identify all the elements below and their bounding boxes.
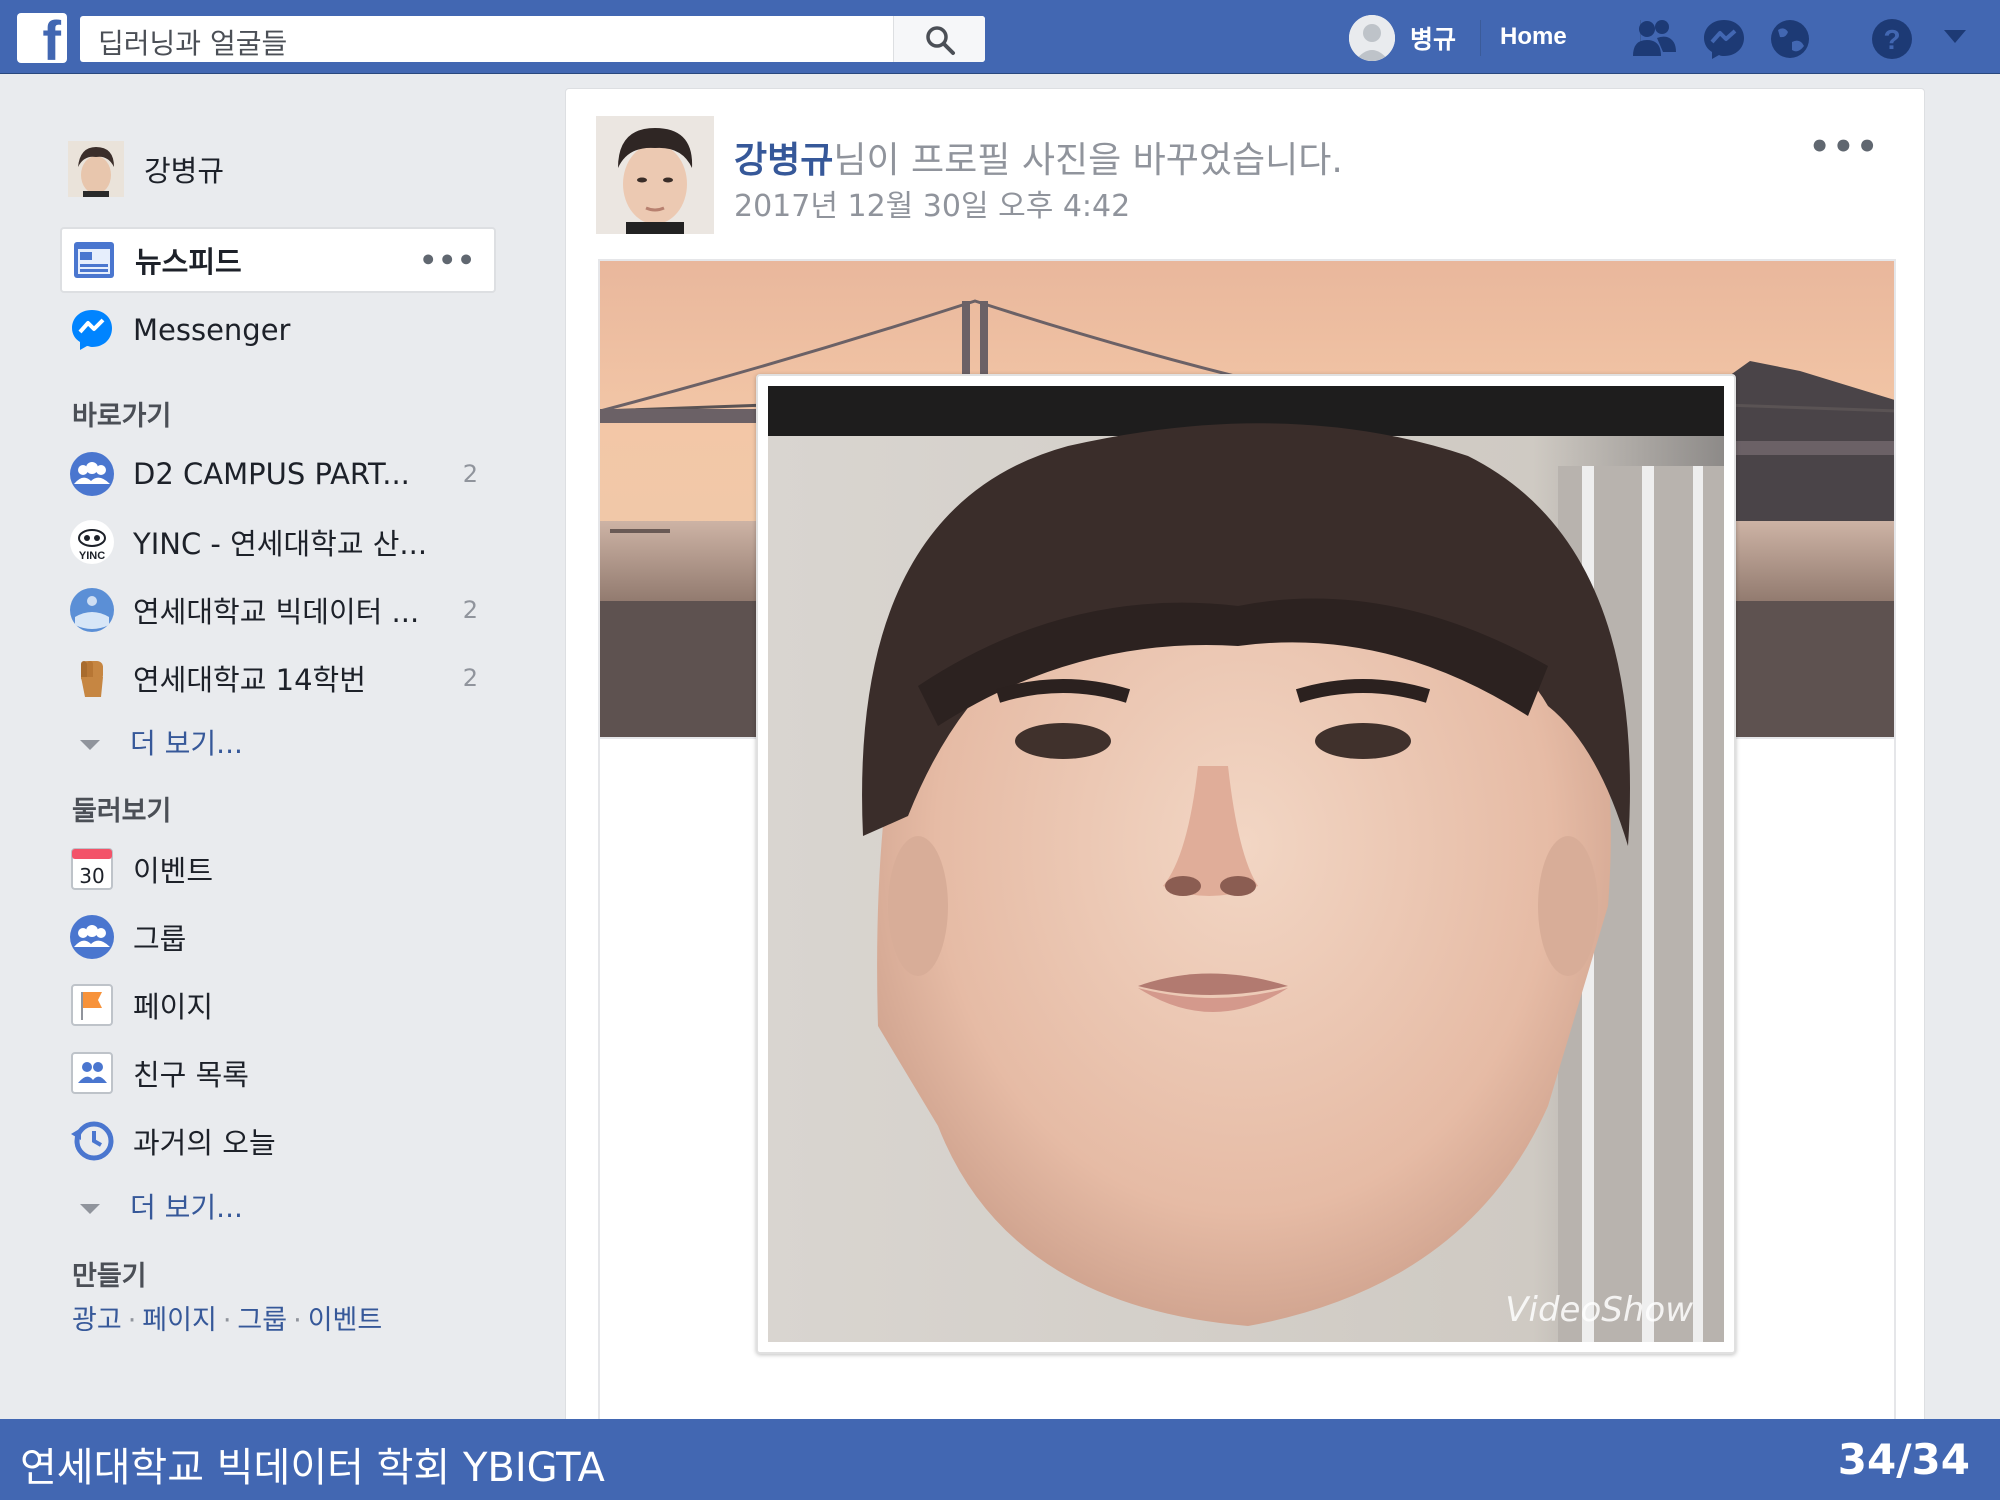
post-headline: 강병규님이 프로필 사진을 바꾸었습니다. xyxy=(734,131,1343,183)
sidebar-item-label: Messenger xyxy=(133,313,291,347)
sidebar-item-shortcut[interactable]: 연세대학교 빅데이터 ... 2 xyxy=(60,577,496,643)
create-event-link[interactable]: 이벤트 xyxy=(308,1305,383,1336)
chevron-down-icon xyxy=(80,1204,100,1214)
notification-count: 2 xyxy=(462,460,478,488)
ybigta-logo-icon xyxy=(70,588,114,632)
sidebar-item-messenger[interactable]: Messenger xyxy=(60,297,496,363)
slide-footer: 연세대학교 빅데이터 학회 YBIGTA 34/34 xyxy=(0,1419,2000,1500)
nav-user-name[interactable]: 병규 xyxy=(1410,20,1456,56)
top-navigation-bar: f 딥러닝과 얼굴들 병규 Home ? xyxy=(0,0,2000,74)
search-input[interactable]: 딥러닝과 얼굴들 xyxy=(98,22,287,62)
left-sidebar: 강병규 뉴스피드 ••• Messenger 바로가기 D2 CAMPUS PA… xyxy=(0,74,563,1419)
svg-text:?: ? xyxy=(1883,24,1900,55)
sidebar-item-label: 이벤트 xyxy=(133,854,214,888)
post-author-avatar[interactable] xyxy=(596,116,714,234)
nav-home-link[interactable]: Home xyxy=(1500,23,1567,51)
sidebar-item-friend-lists[interactable]: 친구 목록 xyxy=(60,1040,496,1106)
see-more-shortcuts-link[interactable]: 더 보기... xyxy=(80,722,243,762)
sidebar-item-label: 연세대학교 14학번 xyxy=(133,663,366,697)
explore-heading: 둘러보기 xyxy=(72,796,172,827)
sidebar-item-label: 그룹 xyxy=(133,922,187,956)
sidebar-item-label: 과거의 오늘 xyxy=(133,1126,276,1160)
sidebar-item-label: YINC - 연세대학교 산... xyxy=(133,527,428,561)
memories-clock-icon xyxy=(71,1121,114,1161)
friend-requests-icon[interactable] xyxy=(1630,18,1678,58)
search-icon xyxy=(926,26,955,55)
profile-photo-icon xyxy=(68,141,124,197)
separator: · xyxy=(127,1305,137,1336)
sidebar-item-shortcut[interactable]: YINC YINC - 연세대학교 산... xyxy=(60,509,496,575)
account-dropdown-icon[interactable] xyxy=(1944,30,1966,44)
avatar-silhouette-icon xyxy=(1349,15,1395,61)
watermark-text: VideoShow xyxy=(1505,1290,1693,1330)
sidebar-profile-name: 강병규 xyxy=(144,154,225,188)
see-more-explore-link[interactable]: 더 보기... xyxy=(80,1186,243,1226)
calendar-day: 30 xyxy=(79,864,104,888)
sidebar-item-label: 페이지 xyxy=(133,990,214,1024)
create-ad-link[interactable]: 광고 xyxy=(72,1305,122,1336)
sidebar-item-label: D2 CAMPUS PART... xyxy=(133,457,410,491)
search-bar[interactable]: 딥러닝과 얼굴들 xyxy=(80,16,985,62)
group-icon xyxy=(70,915,114,959)
notification-count: 2 xyxy=(462,664,478,692)
sidebar-item-label: 연세대학교 빅데이터 ... xyxy=(133,595,420,629)
search-button[interactable] xyxy=(893,16,985,62)
yinc-logo-icon: YINC xyxy=(70,520,114,564)
flag-icon xyxy=(71,984,113,1026)
post-options-icon[interactable]: ••• xyxy=(1809,127,1880,167)
create-links: 광고 · 페이지 · 그룹 · 이벤트 xyxy=(72,1298,382,1337)
shortcuts-heading: 바로가기 xyxy=(72,401,172,432)
group-icon xyxy=(70,452,114,496)
facebook-logo-icon[interactable]: f xyxy=(17,13,67,63)
more-options-icon[interactable]: ••• xyxy=(419,244,476,277)
sidebar-item-groups[interactable]: 그룹 xyxy=(60,904,496,970)
user-avatar[interactable] xyxy=(1349,15,1395,61)
separator: · xyxy=(293,1305,302,1336)
nav-divider xyxy=(1480,20,1481,56)
chevron-down-icon xyxy=(80,740,100,750)
profile-thumbnail xyxy=(68,141,124,197)
footer-title: 연세대학교 빅데이터 학회 YBIGTA xyxy=(20,1445,605,1491)
page-counter: 34/34 xyxy=(1837,1435,1970,1484)
separator: · xyxy=(222,1305,232,1336)
messenger-nav-icon[interactable] xyxy=(1702,18,1746,60)
sidebar-item-label: 뉴스피드 xyxy=(135,245,242,279)
create-page-link[interactable]: 페이지 xyxy=(142,1305,217,1336)
sidebar-item-news-feed[interactable]: 뉴스피드 ••• xyxy=(60,227,496,293)
fist-icon xyxy=(81,661,103,697)
sidebar-item-memories[interactable]: 과거의 오늘 xyxy=(60,1108,496,1174)
friends-list-icon xyxy=(71,1052,113,1094)
sidebar-item-pages[interactable]: 페이지 xyxy=(60,972,496,1038)
sidebar-item-shortcut[interactable]: D2 CAMPUS PART... 2 xyxy=(60,441,496,507)
post-timestamp[interactable]: 2017년 12월 30일 오후 4:42 xyxy=(734,181,1130,225)
profile-photo[interactable]: VideoShow xyxy=(768,386,1724,1342)
face-portrait-image: VideoShow xyxy=(768,386,1724,1342)
create-group-link[interactable]: 그룹 xyxy=(237,1305,287,1336)
see-more-label: 더 보기... xyxy=(130,1191,243,1224)
news-feed-icon xyxy=(74,242,114,278)
notification-count: 2 xyxy=(462,596,478,624)
author-photo-icon xyxy=(596,116,714,234)
post-action-text: 님이 프로필 사진을 바꾸었습니다. xyxy=(833,140,1343,181)
messenger-icon xyxy=(72,310,112,350)
notifications-globe-icon[interactable] xyxy=(1768,18,1812,60)
sidebar-item-events[interactable]: 30 이벤트 xyxy=(60,836,496,902)
create-heading: 만들기 xyxy=(72,1261,147,1292)
see-more-label: 더 보기... xyxy=(130,727,243,760)
sidebar-item-shortcut[interactable]: 연세대학교 14학번 2 xyxy=(60,645,496,711)
profile-photo-frame[interactable]: VideoShow xyxy=(756,374,1736,1354)
sidebar-profile[interactable]: 강병규 xyxy=(60,136,496,202)
news-feed-post: 강병규님이 프로필 사진을 바꾸었습니다. 2017년 12월 30일 오후 4… xyxy=(565,88,1925,1437)
post-author-link[interactable]: 강병규 xyxy=(734,140,833,181)
sidebar-item-label: 친구 목록 xyxy=(133,1058,249,1092)
svg-text:YINC: YINC xyxy=(79,550,105,562)
calendar-icon: 30 xyxy=(71,848,113,890)
help-question-icon[interactable]: ? xyxy=(1870,18,1914,60)
